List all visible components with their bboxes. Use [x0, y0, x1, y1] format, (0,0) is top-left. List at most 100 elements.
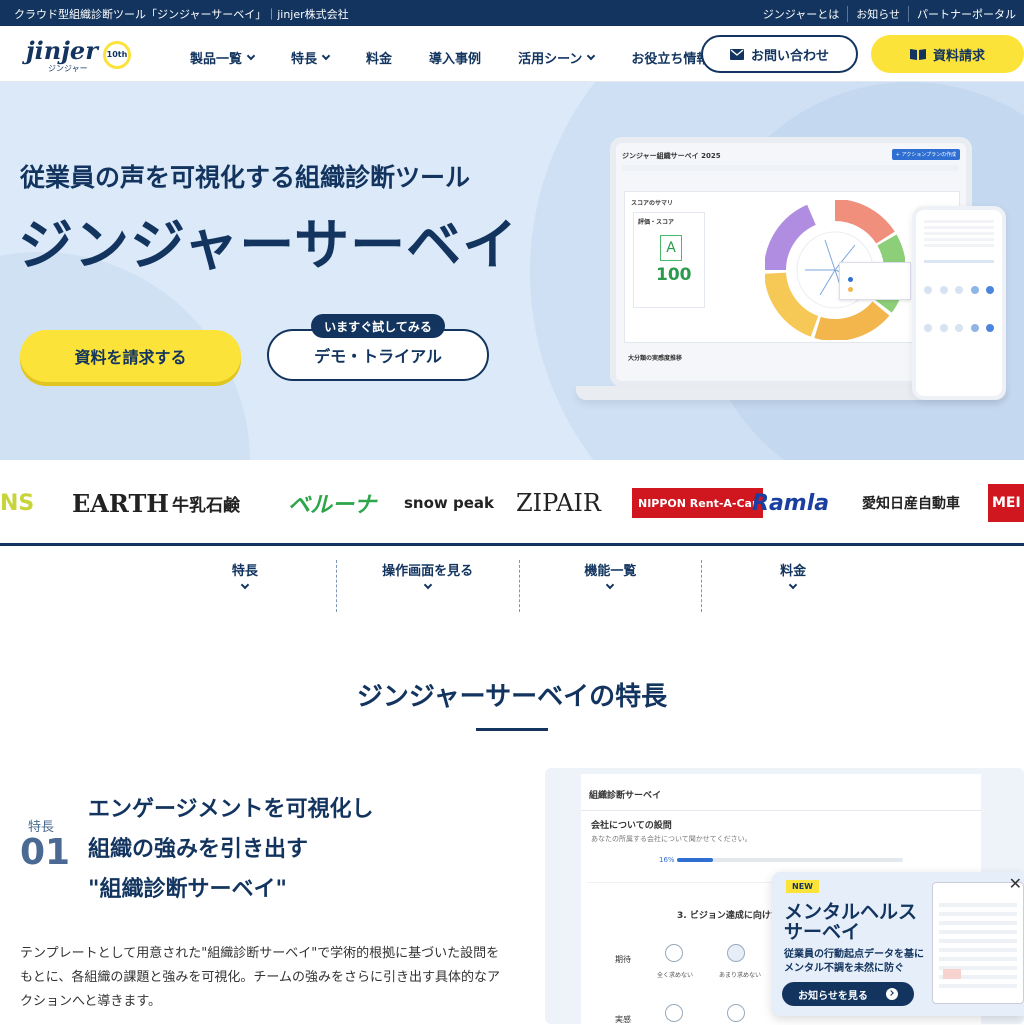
- mock-summary-panel: スコアのサマリ 評価・スコア A 100: [624, 191, 960, 343]
- hero-subtitle: 従業員の声を可視化する組織診断ツール: [20, 163, 471, 192]
- survey-option[interactable]: [727, 1004, 745, 1022]
- site-tagline: クラウド型組織診断ツール「ジンジャーサーベイ」｜jinjer株式会社: [14, 8, 349, 21]
- popup-title-line: メンタルヘルス: [784, 901, 918, 923]
- chevron-down-icon: [321, 51, 331, 61]
- survey-option[interactable]: [665, 1004, 683, 1022]
- feature-headline: エンゲージメントを可視化し 組織の強みを引き出す "組織診断サーベイ": [88, 790, 374, 910]
- client-logo: ZIPAIR: [516, 489, 601, 517]
- request-docs-button[interactable]: 資料請求: [871, 35, 1024, 73]
- chevron-down-icon: [240, 580, 250, 590]
- chevron-down-icon: [587, 51, 596, 61]
- nav-pricing[interactable]: 料金: [366, 48, 392, 67]
- nav-cases[interactable]: 導入事例: [429, 48, 481, 67]
- top-bar: クラウド型組織診断ツール「ジンジャーサーベイ」｜jinjer株式会社 ジンジャー…: [0, 0, 1024, 26]
- section-nav-screens[interactable]: 操作画面を見る: [335, 560, 519, 612]
- logo-text: jinjer: [26, 36, 98, 65]
- mock-screen-title: ジンジャー組織サーベイ 2025: [622, 152, 721, 160]
- survey-row-label: 期待: [615, 955, 631, 964]
- client-logo: 愛知日産自動車: [862, 496, 960, 512]
- nav-features-label: 特長: [291, 52, 318, 67]
- chevron-right-icon: [885, 988, 898, 1000]
- close-icon[interactable]: ✕: [1009, 874, 1022, 893]
- top-link-about[interactable]: ジンジャーとは: [755, 6, 847, 22]
- feature-headline-line: エンゲージメントを可視化し: [88, 797, 374, 822]
- chevron-down-icon: [788, 580, 798, 590]
- section-nav-pricing[interactable]: 料金: [701, 560, 884, 612]
- survey-option[interactable]: [665, 944, 683, 962]
- survey-option-label: 全く求めない: [657, 972, 694, 979]
- client-logo: EARTH: [72, 488, 169, 518]
- phone-text-lines: [924, 220, 994, 250]
- section-nav-label: 特長: [231, 564, 258, 579]
- nav-features[interactable]: 特長: [291, 48, 331, 67]
- popup-desc-line: メンタル不調を未然に防ぐ: [784, 963, 904, 974]
- mock-score: 100: [656, 265, 692, 285]
- nav-cases-label: 導入事例: [429, 52, 482, 67]
- popup-news-button[interactable]: お知らせを見る: [782, 982, 914, 1006]
- hero-title: ジンジャーサーベイ: [18, 213, 519, 277]
- nav-products[interactable]: 製品一覧: [190, 48, 256, 67]
- feature-headline-line: 組織の強みを引き出す: [88, 837, 309, 862]
- survey-option[interactable]: [727, 944, 745, 962]
- chevron-down-icon: [246, 51, 256, 61]
- main-header: jinjer 10th ジンジャー 製品一覧 特長 料金 導入事例 活用シーン …: [0, 26, 1024, 82]
- phone-options: [924, 286, 994, 376]
- nav-resources-label: お役立ち情報: [631, 52, 710, 67]
- survey-progress-bar: [677, 858, 903, 862]
- section-nav-features[interactable]: 特長: [154, 560, 336, 612]
- mock-score-box: 評価・スコア A 100: [633, 212, 705, 308]
- contact-button-label: お問い合わせ: [750, 48, 829, 64]
- survey-question: 3. ビジョン達成に向けた: [677, 911, 780, 921]
- contact-button[interactable]: お問い合わせ: [701, 35, 858, 73]
- section-nav: 特長 操作画面を見る 機能一覧 料金: [154, 560, 884, 612]
- jinjer-logo[interactable]: jinjer 10th ジンジャー: [26, 36, 131, 74]
- client-logo: ベルーナ: [288, 493, 377, 518]
- survey-row-label: 実感: [615, 1015, 631, 1024]
- popup-title-line: サーベイ: [784, 921, 861, 943]
- phone-progress: [924, 260, 994, 263]
- phone-mockup: [912, 206, 1006, 400]
- survey-progress-text: 16%: [659, 856, 675, 864]
- feature-headline-line: "組織診断サーベイ": [88, 877, 287, 902]
- mental-health-popup: NEW メンタルヘルス サーベイ 従業員の行動起点データを基に メンタル不調を未…: [772, 872, 1024, 1016]
- mock-bottom-label: 大分類の実感度推移: [628, 355, 683, 362]
- features-section-title: ジンジャーサーベイの特長: [356, 682, 668, 712]
- top-link-news[interactable]: お知らせ: [847, 6, 908, 22]
- new-badge: NEW: [786, 880, 819, 893]
- section-nav-label: 操作画面を見る: [382, 564, 474, 579]
- mock-summary-label: スコアのサマリ: [631, 200, 674, 207]
- hero-section: 従業員の声を可視化する組織診断ツール ジンジャーサーベイ 資料を請求する デモ・…: [0, 82, 1024, 460]
- client-logo: Ramla: [752, 490, 830, 516]
- survey-title: 組織診断サーベイ: [589, 791, 662, 801]
- nav-scenes[interactable]: 活用シーン: [518, 48, 596, 67]
- section-nav-functions[interactable]: 機能一覧: [518, 560, 702, 612]
- nav-products-label: 製品一覧: [190, 52, 243, 67]
- section-nav-label: 機能一覧: [584, 564, 637, 579]
- request-docs-label: 資料請求: [932, 48, 985, 64]
- mock-legend-card: [839, 262, 911, 300]
- mock-score-label: 評価・スコア: [638, 219, 675, 226]
- nav-scenes-label: 活用シーン: [518, 52, 583, 67]
- client-logo: NS: [0, 490, 35, 516]
- logo-10th-badge: 10th: [102, 40, 131, 69]
- popup-description: 従業員の行動起点データを基に メンタル不調を未然に防ぐ: [784, 948, 924, 976]
- section-nav-label: 料金: [780, 564, 807, 579]
- mock-action-button: + アクションプランの作成: [892, 149, 960, 160]
- mock-grade: A: [660, 235, 682, 261]
- client-logo: NIPPON Rent-A-Car: [632, 488, 764, 518]
- survey-section: 会社についての設問: [591, 821, 672, 831]
- feature-description: テンプレートとして用意された"組織診断サーベイ"で学術的根拠に基づいた設問をもと…: [20, 946, 500, 1009]
- survey-option-label: あまり求めない: [719, 972, 762, 979]
- mail-icon: [729, 48, 744, 60]
- nav-pricing-label: 料金: [366, 52, 393, 67]
- chevron-down-icon: [606, 580, 615, 590]
- client-logo: 牛乳石鹸: [172, 495, 240, 516]
- request-docs-cta[interactable]: 資料を請求する: [20, 330, 241, 382]
- try-now-tag: いますぐ試してみる: [311, 314, 445, 338]
- client-logos-strip: NS EARTH 牛乳石鹸 ベルーナ snow peak ZIPAIR NIPP…: [0, 460, 1024, 546]
- client-logo: MEI SPO: [988, 484, 1024, 522]
- popup-desc-line: 従業員の行動起点データを基に: [784, 949, 924, 960]
- popup-title: メンタルヘルス サーベイ: [784, 902, 917, 942]
- popup-button-label: お知らせを見る: [798, 990, 868, 1002]
- top-link-partner[interactable]: パートナーポータル: [908, 6, 1024, 22]
